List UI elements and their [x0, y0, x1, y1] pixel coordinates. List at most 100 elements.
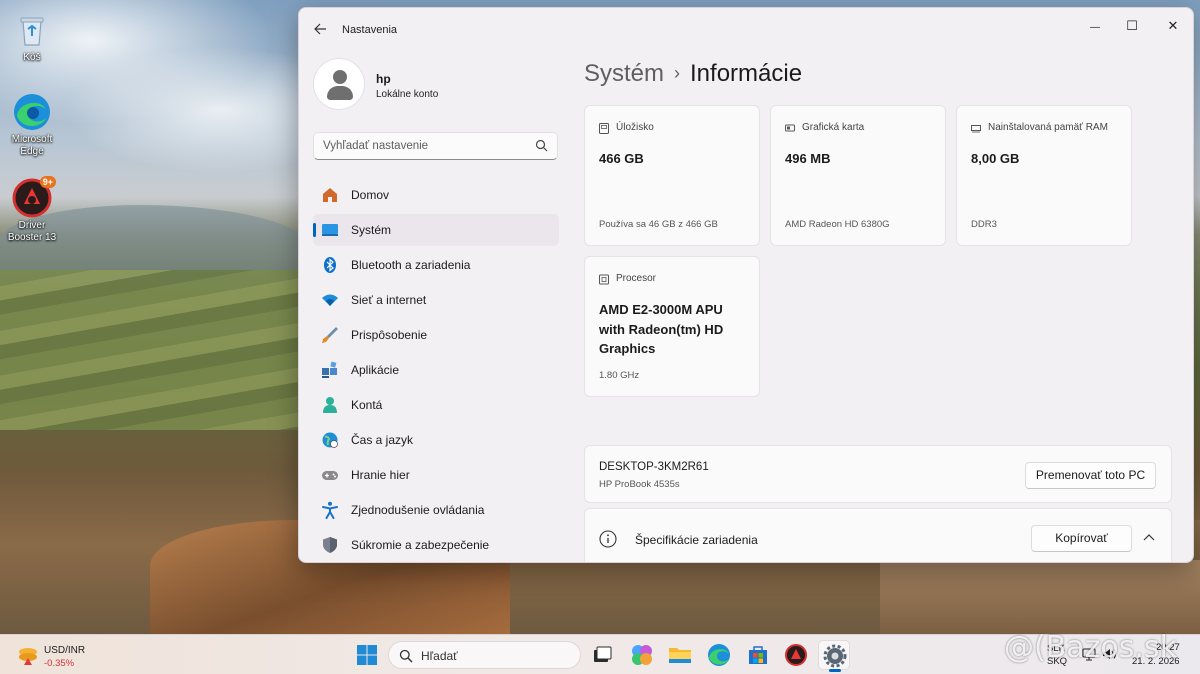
taskbar-file-explorer[interactable] — [667, 642, 693, 668]
chevron-up-icon[interactable] — [1143, 533, 1155, 543]
spec-card-value: 466 GB — [599, 151, 644, 166]
sidebar-item-domov[interactable]: Domov — [313, 179, 559, 211]
store-icon — [749, 646, 767, 664]
sidebar-item-apps[interactable]: Aplikácie — [313, 354, 559, 386]
sidebar-item-label: Kontá — [351, 398, 383, 412]
sidebar-item-label: Čas a jazyk — [351, 433, 414, 447]
accounts-icon — [323, 397, 337, 413]
edge-icon — [12, 92, 52, 132]
close-button[interactable]: ✕ — [1155, 14, 1191, 38]
minimize-icon: — — [1090, 22, 1100, 33]
shield-icon — [323, 537, 337, 553]
task-view-icon — [594, 646, 612, 662]
accessibility-icon — [322, 501, 338, 519]
notification-badge: 9+ — [39, 176, 56, 188]
sidebar-item-label: Zjednodušenie ovládania — [351, 503, 485, 517]
sidebar-item-label: Systém — [351, 223, 392, 237]
user-profile[interactable]: hp Lokálne konto — [313, 58, 553, 112]
copilot-icon — [632, 645, 652, 665]
info-icon — [599, 530, 617, 548]
gear-icon — [823, 644, 847, 668]
widget-title: USD/INR — [44, 645, 86, 656]
windows-icon — [357, 645, 377, 665]
sidebar-item-label: Prispôsobenie — [351, 328, 428, 342]
sidebar-item-label: Sieť a internet — [351, 293, 427, 307]
spec-card-detail: 1.80 GHz — [599, 370, 640, 381]
back-button[interactable] — [309, 18, 331, 40]
sidebar-item-time-language[interactable]: Čas a jazyk — [313, 424, 559, 456]
taskbar-edge[interactable] — [706, 642, 732, 668]
spec-card-value: AMD E2-3000M APU with Radeon(tm) HD Grap… — [599, 302, 724, 356]
bluetooth-icon — [324, 257, 336, 273]
running-indicator — [829, 669, 841, 672]
sidebar-nav: Domov Systém Bluetooth a zariadenia Sieť… — [313, 179, 559, 562]
cpu-icon — [599, 274, 609, 285]
spec-card-value: 496 MB — [785, 151, 831, 166]
desktop-icon-label: Microsoft Edge — [11, 134, 53, 157]
copy-button[interactable]: Kopírovať — [1031, 525, 1132, 552]
sidebar-item-accessibility[interactable]: Zjednodušenie ovládania — [313, 494, 559, 526]
spec-card-detail: AMD Radeon HD 6380G — [785, 219, 890, 230]
home-icon — [323, 188, 337, 202]
sidebar-item-gaming[interactable]: Hranie hier — [313, 459, 559, 491]
device-name: DESKTOP-3KM2R61 — [599, 461, 709, 473]
arrow-left-icon — [314, 23, 326, 35]
sidebar-item-label: Bluetooth a zariadenia — [351, 258, 471, 272]
gamepad-icon — [322, 471, 338, 480]
apps-icon — [322, 361, 337, 378]
rename-pc-button[interactable]: Premenovať toto PC — [1025, 462, 1156, 489]
close-icon: ✕ — [1167, 18, 1179, 33]
start-button[interactable] — [354, 642, 380, 668]
desktop-icon-label: Kôš — [23, 52, 41, 63]
wallpaper-fields — [0, 270, 300, 430]
edge-icon — [708, 644, 730, 666]
search-icon — [399, 649, 413, 663]
sidebar-item-label: Hranie hier — [351, 468, 410, 482]
taskbar-search[interactable]: Hľadať — [388, 641, 581, 669]
sidebar-item-privacy[interactable]: Súkromie a zabezpečenie — [313, 529, 559, 561]
settings-window: Nastavenia — ☐ ✕ hp Lokálne konto Vyhľad… — [298, 7, 1194, 563]
desktop-icon-recycle-bin[interactable]: Kôš — [2, 10, 62, 64]
sidebar-item-personalization[interactable]: Prispôsobenie — [313, 319, 559, 351]
minimize-button[interactable]: — — [1077, 14, 1113, 38]
taskview-button[interactable] — [589, 642, 615, 668]
currency-icon — [19, 648, 37, 665]
desktop-icon-driver-booster[interactable]: 9+ Driver Booster 13 — [2, 176, 62, 244]
sidebar-item-label: Domov — [351, 188, 390, 202]
device-model: HP ProBook 4535s — [599, 479, 680, 490]
driver-booster-icon — [785, 644, 807, 666]
sidebar-item-network[interactable]: Sieť a internet — [313, 284, 559, 316]
monitor-icon — [322, 224, 338, 236]
search-input[interactable]: Vyhľadať nastavenie — [313, 132, 558, 160]
sidebar-item-accounts[interactable]: Kontá — [313, 389, 559, 421]
breadcrumb-parent[interactable]: Systém — [584, 60, 664, 87]
spec-card-storage: Úložisko 466 GB Používa sa 46 GB z 466 G… — [584, 105, 760, 246]
folder-icon — [669, 648, 691, 663]
desktop-icon-edge[interactable]: Microsoft Edge — [2, 92, 62, 158]
ram-icon — [971, 125, 981, 133]
weather-widget[interactable]: USD/INR -0.35% — [14, 642, 94, 670]
breadcrumb: Systém › Informácie — [584, 60, 802, 88]
taskbar-copilot[interactable] — [629, 642, 655, 668]
device-specs-section[interactable]: Špecifikácie zariadenia Kopírovať — [584, 508, 1172, 562]
spec-card-detail: Používa sa 46 GB z 466 GB — [599, 219, 718, 230]
maximize-button[interactable]: ☐ — [1114, 14, 1150, 38]
wallpaper-ground — [880, 560, 1200, 634]
taskbar-settings[interactable] — [818, 640, 850, 672]
sidebar-item-label: Aplikácie — [351, 363, 400, 377]
spec-card-cpu: Procesor AMD E2-3000M APU with Radeon(tm… — [584, 256, 760, 397]
sidebar-item-system[interactable]: Systém — [313, 214, 559, 246]
search-placeholder: Vyhľadať nastavenie — [323, 140, 429, 152]
maximize-icon: ☐ — [1126, 18, 1138, 33]
taskbar-store[interactable] — [745, 642, 771, 668]
page-title: Informácie — [690, 60, 803, 87]
spec-card-label: Procesor — [616, 273, 657, 284]
device-name-row: DESKTOP-3KM2R61 HP ProBook 4535s Premeno… — [584, 445, 1172, 503]
taskbar-driver-booster[interactable] — [783, 642, 809, 668]
widget-change: -0.35% — [44, 658, 75, 669]
spec-card-ram: Nainštalovaná pamäť RAM 8,00 GB DDR3 — [956, 105, 1132, 246]
sidebar-item-bluetooth[interactable]: Bluetooth a zariadenia — [313, 249, 559, 281]
brush-icon — [322, 327, 338, 343]
avatar — [313, 58, 365, 110]
driver-booster-icon: 9+ — [12, 176, 56, 218]
